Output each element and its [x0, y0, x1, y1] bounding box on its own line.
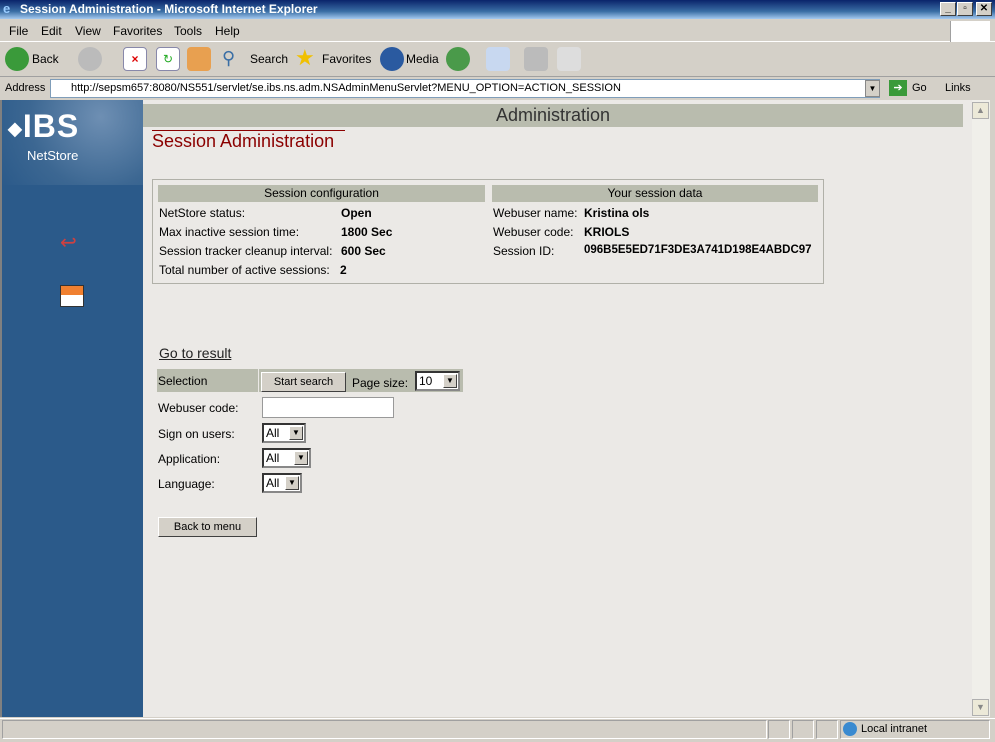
window-title: Session Administration - Microsoft Inter…: [20, 2, 318, 16]
session-value: KRIOLS: [584, 225, 630, 239]
title-bar: Session Administration - Microsoft Inter…: [0, 0, 995, 19]
webuser-code-label: Webuser code:: [158, 401, 239, 415]
sidebar: [0, 100, 143, 717]
edit-icon[interactable]: [557, 47, 581, 71]
session-label: Webuser code:: [493, 225, 574, 239]
application-value: All: [266, 451, 280, 465]
session-heading: Your session data: [492, 185, 818, 202]
go-icon[interactable]: ➔: [889, 80, 907, 96]
restore-button[interactable]: ▫: [957, 2, 973, 16]
menu-view[interactable]: View: [75, 24, 101, 38]
status-panel: [768, 720, 790, 739]
close-button[interactable]: ✕: [976, 2, 992, 16]
application-label: Application:: [158, 452, 221, 466]
config-label: NetStore status:: [159, 206, 246, 220]
menu-help[interactable]: Help: [215, 24, 240, 38]
home-page-icon[interactable]: [60, 285, 84, 307]
config-label: Session tracker cleanup interval:: [159, 244, 333, 258]
product-name: NetStore: [27, 148, 79, 163]
windows-logo-icon: [950, 21, 990, 42]
address-label: Address: [5, 82, 46, 94]
config-value: 600 Sec: [341, 244, 386, 258]
page-header: Administration: [143, 104, 963, 127]
media-button[interactable]: Media: [406, 52, 439, 66]
mail-icon[interactable]: [486, 47, 510, 71]
refresh-icon[interactable]: ↻: [156, 47, 180, 71]
vertical-scrollbar[interactable]: [972, 100, 990, 717]
go-to-result-link[interactable]: Go to result: [159, 345, 231, 361]
search-icon[interactable]: ⚲: [222, 47, 246, 71]
chevron-down-icon[interactable]: ▼: [294, 451, 308, 465]
session-value: Kristina ols: [584, 206, 650, 220]
config-value: 1800 Sec: [341, 225, 393, 239]
config-value: 2: [340, 263, 347, 277]
sign-on-users-value: All: [266, 426, 280, 440]
language-value: All: [266, 476, 280, 490]
chevron-down-icon[interactable]: ▼: [285, 476, 299, 490]
page-title: Session Administration: [152, 131, 335, 151]
address-dropdown[interactable]: ▼: [865, 80, 880, 97]
menu-edit[interactable]: Edit: [41, 24, 62, 38]
go-button[interactable]: Go: [912, 82, 927, 94]
language-select[interactable]: All ▼: [262, 473, 302, 493]
session-label: Webuser name:: [493, 206, 578, 220]
back-button[interactable]: Back: [32, 52, 59, 66]
status-panel: [816, 720, 838, 739]
back-icon[interactable]: [5, 47, 29, 71]
config-value: Open: [341, 206, 372, 220]
sign-on-users-label: Sign on users:: [158, 427, 235, 441]
page-size-label: Page size:: [352, 376, 409, 390]
history-icon[interactable]: [446, 47, 470, 71]
favorites-icon[interactable]: ★: [295, 47, 319, 71]
links-button[interactable]: Links: [945, 82, 971, 94]
scroll-down-button[interactable]: ▼: [972, 699, 989, 716]
forward-icon[interactable]: [78, 47, 102, 71]
media-icon[interactable]: [380, 47, 404, 71]
webuser-code-input[interactable]: [262, 397, 394, 418]
back-to-menu-button[interactable]: Back to menu: [158, 517, 257, 537]
menu-file[interactable]: File: [9, 24, 28, 38]
page-size-value: 10: [419, 374, 433, 388]
ie-icon: e: [3, 1, 11, 16]
logout-icon[interactable]: ↩: [60, 230, 84, 254]
search-button[interactable]: Search: [250, 52, 288, 66]
ibs-logo: ◆IBS: [8, 108, 80, 144]
menu-favorites[interactable]: Favorites: [113, 24, 162, 38]
intranet-icon: [843, 722, 857, 736]
session-id-value: 096B5E5ED71F3DE3A741D198E4ABDC97: [584, 244, 812, 256]
chevron-down-icon[interactable]: ▼: [289, 426, 303, 440]
status-panel: [792, 720, 814, 739]
zone-label: Local intranet: [861, 723, 928, 735]
page-size-select[interactable]: 10 ▼: [415, 371, 460, 391]
config-label: Total number of active sessions:: [159, 263, 330, 277]
status-text-panel: [2, 720, 767, 739]
selection-label: Selection: [158, 374, 208, 388]
sign-on-users-select[interactable]: All ▼: [262, 423, 306, 443]
chevron-down-icon[interactable]: ▼: [443, 374, 457, 388]
address-input[interactable]: http://sepsm657:8080/NS551/servlet/se.ib…: [50, 79, 880, 98]
minimize-button[interactable]: _: [940, 2, 956, 16]
session-label: Session ID:: [493, 244, 555, 258]
print-icon[interactable]: [524, 47, 548, 71]
home-icon[interactable]: [187, 47, 211, 71]
config-label: Max inactive session time:: [159, 225, 300, 239]
language-label: Language:: [158, 477, 215, 491]
scroll-up-button[interactable]: ▲: [972, 102, 989, 119]
config-heading: Session configuration: [158, 185, 485, 202]
favorites-button[interactable]: Favorites: [322, 52, 371, 66]
stop-icon[interactable]: ×: [123, 47, 147, 71]
application-select[interactable]: All ▼: [262, 448, 311, 468]
logo-text: IBS: [22, 108, 80, 144]
start-search-button[interactable]: Start search: [261, 372, 346, 392]
menu-tools[interactable]: Tools: [174, 24, 202, 38]
